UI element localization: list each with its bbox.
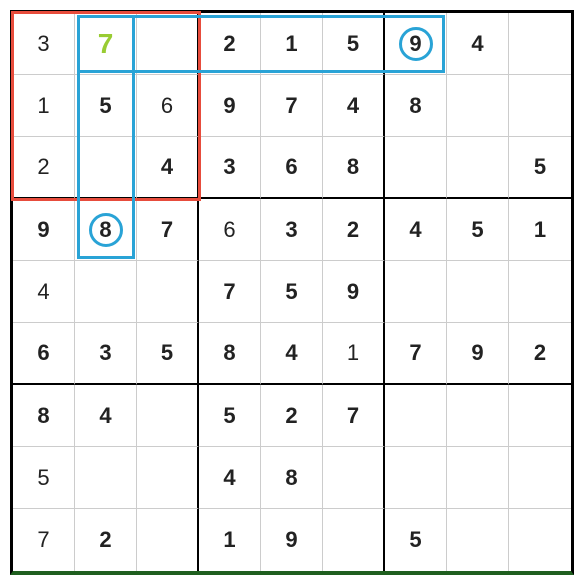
cell-4-8[interactable] <box>509 261 571 323</box>
cell-6-3[interactable]: 5 <box>199 385 261 447</box>
cell-5-7[interactable]: 9 <box>447 323 509 385</box>
cell-2-6[interactable] <box>385 137 447 199</box>
cell-7-4[interactable]: 8 <box>261 447 323 509</box>
cell-4-6[interactable] <box>385 261 447 323</box>
cell-6-2[interactable] <box>137 385 199 447</box>
sudoku-board: 3721594156974824368598763245147596358417… <box>10 10 574 575</box>
cell-3-2[interactable]: 7 <box>137 199 199 261</box>
cell-7-8[interactable] <box>509 447 571 509</box>
cell-8-2[interactable] <box>137 509 199 571</box>
cell-7-2[interactable] <box>137 447 199 509</box>
cell-2-3[interactable]: 3 <box>199 137 261 199</box>
cell-2-4[interactable]: 6 <box>261 137 323 199</box>
cell-8-4[interactable]: 9 <box>261 509 323 571</box>
cell-0-3[interactable]: 2 <box>199 13 261 75</box>
cell-7-6[interactable] <box>385 447 447 509</box>
cell-4-5[interactable]: 9 <box>323 261 385 323</box>
cell-2-7[interactable] <box>447 137 509 199</box>
cell-3-4[interactable]: 3 <box>261 199 323 261</box>
cell-4-2[interactable] <box>137 261 199 323</box>
cell-3-0[interactable]: 9 <box>13 199 75 261</box>
cell-0-7[interactable]: 4 <box>447 13 509 75</box>
cell-0-8[interactable] <box>509 13 571 75</box>
cell-6-1[interactable]: 4 <box>75 385 137 447</box>
cell-5-1[interactable]: 3 <box>75 323 137 385</box>
cell-6-0[interactable]: 8 <box>13 385 75 447</box>
cell-0-1[interactable]: 7 <box>75 13 137 75</box>
cell-8-0[interactable]: 7 <box>13 509 75 571</box>
cell-6-8[interactable] <box>509 385 571 447</box>
cell-7-7[interactable] <box>447 447 509 509</box>
cell-8-8[interactable] <box>509 509 571 571</box>
cell-5-5[interactable]: 1 <box>323 323 385 385</box>
cell-1-7[interactable] <box>447 75 509 137</box>
cell-1-0[interactable]: 1 <box>13 75 75 137</box>
cell-4-3[interactable]: 7 <box>199 261 261 323</box>
cell-2-0[interactable]: 2 <box>13 137 75 199</box>
cell-8-5[interactable] <box>323 509 385 571</box>
cell-0-4[interactable]: 1 <box>261 13 323 75</box>
cell-0-2[interactable] <box>137 13 199 75</box>
cell-3-1[interactable]: 8 <box>75 199 137 261</box>
cell-5-2[interactable]: 5 <box>137 323 199 385</box>
cell-7-3[interactable]: 4 <box>199 447 261 509</box>
cell-1-5[interactable]: 4 <box>323 75 385 137</box>
cell-0-5[interactable]: 5 <box>323 13 385 75</box>
cell-8-6[interactable]: 5 <box>385 509 447 571</box>
cell-1-6[interactable]: 8 <box>385 75 447 137</box>
cell-6-5[interactable]: 7 <box>323 385 385 447</box>
cell-6-6[interactable] <box>385 385 447 447</box>
cell-8-3[interactable]: 1 <box>199 509 261 571</box>
cell-1-1[interactable]: 5 <box>75 75 137 137</box>
cell-5-3[interactable]: 8 <box>199 323 261 385</box>
cell-1-3[interactable]: 9 <box>199 75 261 137</box>
cell-4-7[interactable] <box>447 261 509 323</box>
cell-7-5[interactable] <box>323 447 385 509</box>
cell-6-4[interactable]: 2 <box>261 385 323 447</box>
cell-3-6[interactable]: 4 <box>385 199 447 261</box>
cell-5-4[interactable]: 4 <box>261 323 323 385</box>
cell-4-0[interactable]: 4 <box>13 261 75 323</box>
cell-3-7[interactable]: 5 <box>447 199 509 261</box>
cell-0-0[interactable]: 3 <box>13 13 75 75</box>
cell-4-4[interactable]: 5 <box>261 261 323 323</box>
cell-1-4[interactable]: 7 <box>261 75 323 137</box>
cell-3-5[interactable]: 2 <box>323 199 385 261</box>
cell-8-7[interactable] <box>447 509 509 571</box>
cell-2-1[interactable] <box>75 137 137 199</box>
cell-4-1[interactable] <box>75 261 137 323</box>
cell-3-3[interactable]: 6 <box>199 199 261 261</box>
cell-5-6[interactable]: 7 <box>385 323 447 385</box>
cell-7-0[interactable]: 5 <box>13 447 75 509</box>
cell-1-8[interactable] <box>509 75 571 137</box>
cell-2-2[interactable]: 4 <box>137 137 199 199</box>
cell-1-2[interactable]: 6 <box>137 75 199 137</box>
cell-6-7[interactable] <box>447 385 509 447</box>
cell-5-0[interactable]: 6 <box>13 323 75 385</box>
cell-2-5[interactable]: 8 <box>323 137 385 199</box>
cell-2-8[interactable]: 5 <box>509 137 571 199</box>
cell-0-6[interactable]: 9 <box>385 13 447 75</box>
cell-7-1[interactable] <box>75 447 137 509</box>
cell-3-8[interactable]: 1 <box>509 199 571 261</box>
cell-8-1[interactable]: 2 <box>75 509 137 571</box>
cell-5-8[interactable]: 2 <box>509 323 571 385</box>
